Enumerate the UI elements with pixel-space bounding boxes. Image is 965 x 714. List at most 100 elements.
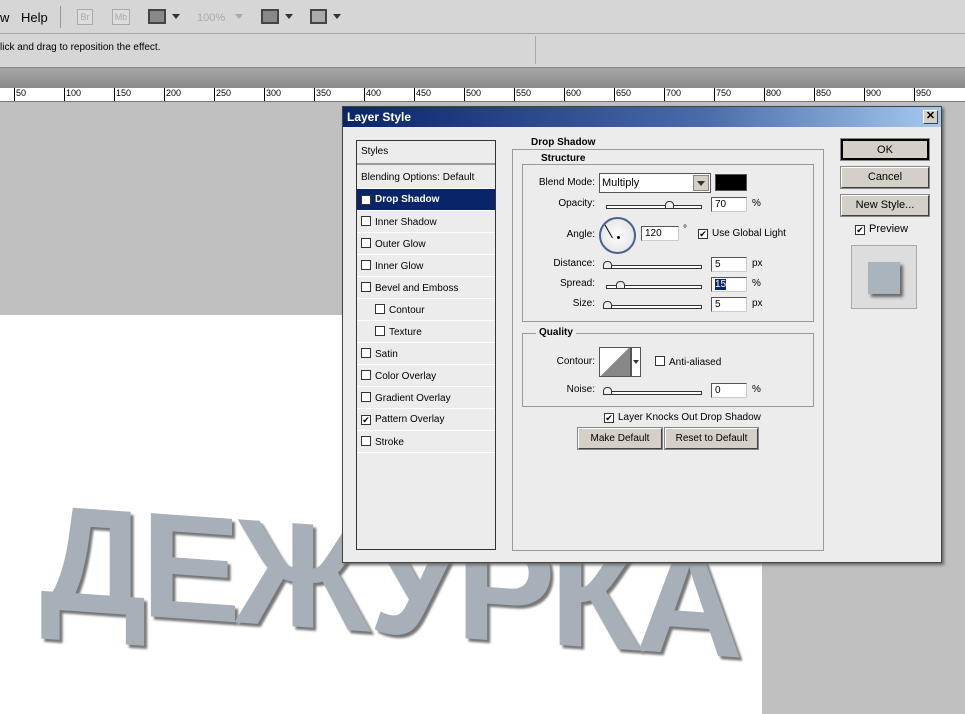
ok-button[interactable]: OK [840, 138, 930, 161]
checkbox-checked-icon[interactable]: ✔ [361, 415, 371, 425]
knockout-label: Layer Knocks Out Drop Shadow [618, 412, 761, 423]
styles-list: Styles Blending Options: Default ✔ Drop S… [356, 140, 496, 550]
chevron-down-icon[interactable] [172, 14, 180, 19]
noise-input[interactable]: 0 [711, 383, 747, 398]
style-item-label: Outer Glow [375, 239, 426, 250]
slider-thumb[interactable] [603, 261, 612, 269]
hint-text: lick and drag to reposition the effect. [0, 42, 161, 53]
slider-thumb[interactable] [664, 201, 674, 209]
zoom-level[interactable]: 100% [197, 12, 225, 24]
opacity-input[interactable]: 70 [711, 197, 747, 212]
style-item-texture[interactable]: Texture [357, 321, 495, 343]
checkbox-checked-icon[interactable]: ✔ [361, 195, 371, 205]
style-item-inner-shadow[interactable]: Inner Shadow [357, 211, 495, 233]
style-item-label: Bevel and Emboss [375, 283, 459, 294]
checkbox-checked-icon[interactable]: ✔ [604, 413, 614, 423]
style-item-pattern-overlay[interactable]: ✔ Pattern Overlay [357, 409, 495, 431]
slider-thumb[interactable] [603, 301, 612, 309]
distance-slider[interactable] [603, 261, 702, 269]
ruler-label: 950 [914, 88, 931, 101]
style-item-color-overlay[interactable]: Color Overlay [357, 365, 495, 387]
spread-unit: % [752, 278, 761, 289]
make-default-button[interactable]: Make Default [577, 427, 663, 450]
options-bar: lick and drag to reposition the effect. [0, 34, 965, 68]
new-style-button[interactable]: New Style... [840, 194, 930, 217]
style-item-outer-glow[interactable]: Outer Glow [357, 233, 495, 255]
checkbox-icon[interactable] [361, 392, 371, 402]
blend-mode-select[interactable]: Multiply [599, 173, 711, 193]
angle-dial[interactable] [599, 217, 636, 254]
slider-thumb[interactable] [616, 281, 626, 289]
angle-input[interactable]: 120 [641, 226, 679, 241]
menu-help[interactable]: Help [21, 10, 48, 25]
checkbox-icon[interactable] [655, 356, 665, 366]
contour-picker[interactable] [599, 347, 631, 377]
noise-slider[interactable] [603, 387, 702, 395]
shadow-color-swatch[interactable] [715, 174, 747, 191]
knockout-checkbox[interactable]: ✔ Layer Knocks Out Drop Shadow [604, 412, 761, 423]
distance-input[interactable]: 5 [711, 257, 747, 272]
ruler-label: 850 [814, 88, 831, 101]
ruler-label: 750 [714, 88, 731, 101]
divider [535, 36, 536, 64]
opacity-slider[interactable] [606, 201, 702, 209]
noise-unit: % [752, 384, 761, 395]
style-item-label: Inner Glow [375, 261, 424, 272]
section-title: Drop Shadow [528, 137, 599, 148]
menu-view[interactable]: w [0, 10, 9, 25]
ruler-label: 800 [764, 88, 781, 101]
checkbox-checked-icon[interactable]: ✔ [855, 225, 865, 235]
chevron-down-icon[interactable] [235, 14, 243, 19]
style-item-contour[interactable]: Contour [357, 299, 495, 321]
style-item-gradient-overlay[interactable]: Gradient Overlay [357, 387, 495, 409]
blending-options-item[interactable]: Blending Options: Default [357, 167, 495, 189]
dialog-title-bar[interactable]: Layer Style ✕ [343, 107, 941, 127]
slider-thumb[interactable] [603, 387, 612, 395]
styles-header[interactable]: Styles [357, 141, 495, 165]
chevron-down-icon[interactable] [631, 347, 641, 377]
checkbox-icon[interactable] [375, 304, 385, 314]
chevron-down-icon[interactable] [333, 14, 341, 19]
bridge-button[interactable]: Br [77, 9, 93, 25]
style-item-inner-glow[interactable]: Inner Glow [357, 255, 495, 277]
cancel-button[interactable]: Cancel [840, 166, 930, 189]
chevron-down-icon[interactable] [693, 175, 709, 191]
size-unit: px [752, 298, 763, 309]
checkbox-icon[interactable] [375, 326, 385, 336]
anti-aliased-checkbox[interactable]: Anti-aliased [655, 356, 721, 368]
arrange-documents-icon[interactable] [261, 9, 279, 24]
extras-icon[interactable] [148, 9, 166, 24]
size-slider[interactable] [603, 301, 702, 309]
chevron-down-icon[interactable] [285, 14, 293, 19]
ruler-label: 700 [664, 88, 681, 101]
screen-mode-icon[interactable] [310, 9, 327, 24]
checkbox-icon[interactable] [361, 370, 371, 380]
style-item-bevel-and-emboss[interactable]: Bevel and Emboss [357, 277, 495, 299]
close-icon[interactable]: ✕ [923, 110, 938, 124]
style-item-label: Color Overlay [375, 371, 437, 382]
preview-checkbox[interactable]: ✔ Preview [855, 223, 908, 235]
global-light-checkbox[interactable]: ✔ Use Global Light [698, 228, 786, 239]
horizontal-ruler[interactable]: 50 100 150 200 250 300 350 400 450 500 550 600 650 70… [0, 88, 965, 102]
preview-swatch [868, 262, 900, 294]
spread-slider[interactable] [606, 281, 702, 289]
global-light-label: Use Global Light [712, 228, 786, 239]
checkbox-icon[interactable] [361, 238, 371, 248]
size-input[interactable]: 5 [711, 297, 747, 312]
mini-bridge-button[interactable]: Mb [112, 9, 130, 25]
checkbox-icon[interactable] [361, 282, 371, 292]
checkbox-icon[interactable] [361, 260, 371, 270]
ruler-label: 600 [564, 88, 581, 101]
menu-bar: w Help Br Mb 100% [0, 0, 965, 34]
style-item-stroke[interactable]: Stroke [357, 431, 495, 453]
style-item-satin[interactable]: Satin [357, 343, 495, 365]
checkbox-checked-icon[interactable]: ✔ [698, 229, 708, 239]
style-item-drop-shadow[interactable]: ✔ Drop Shadow [357, 189, 495, 211]
checkbox-icon[interactable] [361, 216, 371, 226]
ruler-label: 100 [64, 88, 81, 101]
ruler-label: 550 [514, 88, 531, 101]
checkbox-icon[interactable] [361, 348, 371, 358]
reset-default-button[interactable]: Reset to Default [664, 427, 759, 450]
checkbox-icon[interactable] [361, 436, 371, 446]
spread-input[interactable]: 15 [711, 277, 747, 292]
